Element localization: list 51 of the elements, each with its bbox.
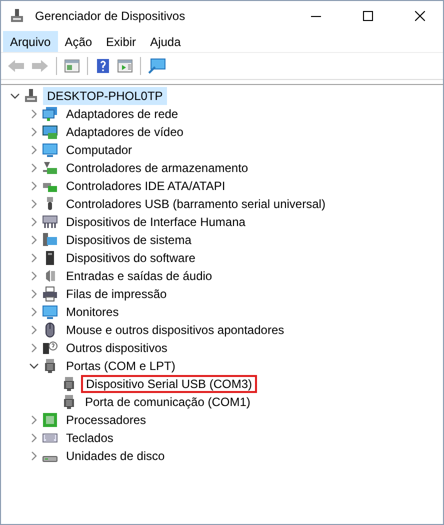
help-icon: [95, 58, 111, 74]
port-connector-icon: [61, 376, 77, 392]
scan-button[interactable]: [146, 56, 168, 76]
menu-item[interactable]: Exibir: [99, 31, 144, 52]
close-icon: [415, 11, 425, 21]
properties-icon: [64, 58, 80, 74]
monitor-icon: [42, 142, 58, 158]
printer-icon: [42, 286, 58, 302]
unknown-device-icon: [42, 340, 58, 356]
window-title: Gerenciador de Dispositivos: [35, 9, 186, 23]
tree-item[interactable]: Dispositivo Serial USB (COM3): [81, 375, 258, 393]
tree-item[interactable]: Dispositivos de Interface Humana: [62, 213, 250, 231]
tree-item[interactable]: Adaptadores de rede: [62, 105, 182, 123]
port-connector-icon: [61, 394, 77, 410]
menu-item[interactable]: Arquivo: [3, 31, 58, 52]
tree-item[interactable]: Teclados: [62, 429, 118, 447]
network-icon: [42, 106, 58, 122]
update-driver-icon: [117, 58, 133, 74]
tree-item[interactable]: Adaptadores de vídeo: [62, 123, 188, 141]
maximize-icon: [363, 11, 373, 21]
computer-icon: [23, 88, 39, 104]
tree-item[interactable]: Porta de comunicação (COM1): [81, 393, 254, 411]
tree-item[interactable]: Entradas e saídas de áudio: [62, 267, 216, 285]
storage-controller-icon: [42, 160, 58, 176]
tree-item[interactable]: Monitores: [62, 303, 123, 321]
tree-item[interactable]: Controladores IDE ATA/ATAPI: [62, 177, 230, 195]
tree-item[interactable]: Filas de impressão: [62, 285, 171, 303]
tree-item[interactable]: Dispositivos de sistema: [62, 231, 196, 249]
tree-item[interactable]: Unidades de disco: [62, 447, 169, 465]
forward-arrow-icon: [31, 58, 49, 74]
menu-item[interactable]: Ação: [58, 31, 100, 52]
display-adapter-icon: [42, 124, 58, 140]
tree-item[interactable]: Processadores: [62, 411, 150, 429]
tree-item[interactable]: DESKTOP-PHOL0TP: [43, 87, 167, 105]
tree-item[interactable]: Outros dispositivos: [62, 339, 172, 357]
tree-item[interactable]: Portas (COM e LPT): [62, 357, 180, 375]
computer-icon: [9, 8, 25, 24]
scan-hardware-icon: [148, 58, 166, 74]
system-icon: [42, 232, 58, 248]
tree-item[interactable]: Mouse e outros dispositivos apontadores: [62, 321, 288, 339]
tree-item[interactable]: Controladores de armazenamento: [62, 159, 252, 177]
tree-item[interactable]: Computador: [62, 141, 136, 159]
disk-drive-icon: [42, 456, 58, 462]
keyboard-device-icon: [42, 214, 58, 230]
chip-icon: [42, 412, 58, 428]
back-arrow-icon: [7, 58, 25, 74]
monitor-icon: [42, 304, 58, 320]
tree-item[interactable]: Controladores USB (barramento serial universal): [62, 195, 330, 213]
tree-item[interactable]: Dispositivos do software: [62, 249, 200, 267]
menu-item[interactable]: Ajuda: [143, 31, 188, 52]
port-connector-icon: [42, 358, 58, 374]
